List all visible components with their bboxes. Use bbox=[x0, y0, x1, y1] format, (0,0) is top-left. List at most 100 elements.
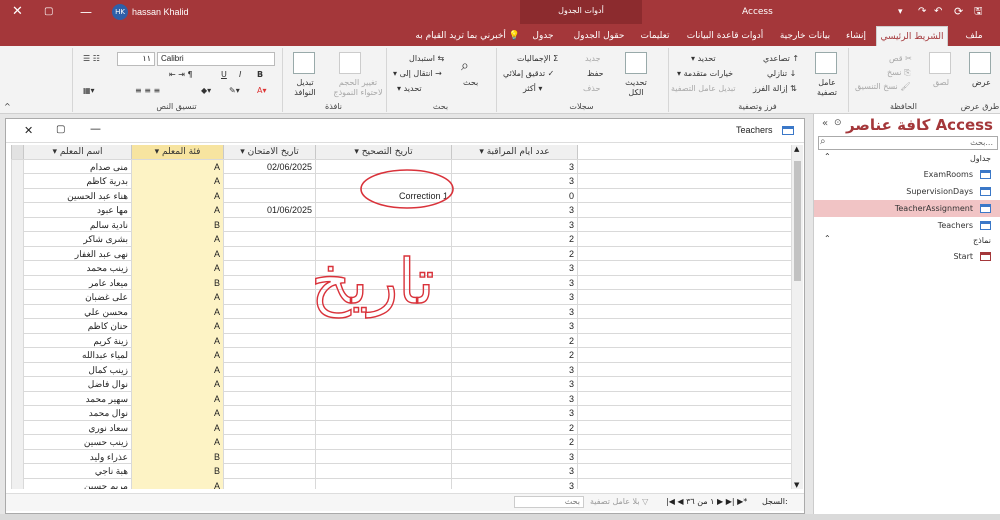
cell-correction-date[interactable] bbox=[315, 464, 451, 479]
row-selector[interactable] bbox=[11, 304, 23, 319]
cell-correction-date[interactable]: Correction 1 bbox=[315, 188, 451, 203]
row-selector[interactable] bbox=[11, 188, 23, 203]
bold-button[interactable]: B bbox=[257, 70, 263, 79]
cell-supervision-days[interactable]: 2 bbox=[451, 348, 577, 363]
cell-exam-date[interactable] bbox=[223, 275, 315, 290]
table-row[interactable]: سعاد نوري A 2 bbox=[11, 420, 791, 435]
cell-category[interactable]: B bbox=[131, 464, 223, 479]
cell-supervision-days[interactable]: 2 bbox=[451, 246, 577, 261]
tab-file[interactable]: ملف bbox=[952, 26, 996, 46]
cell-category[interactable]: A bbox=[131, 290, 223, 305]
close-doc-icon[interactable]: ✕ bbox=[24, 124, 33, 137]
filter-status[interactable]: بلا عامل تصفية ▽ bbox=[590, 497, 648, 506]
cell-correction-date[interactable] bbox=[315, 435, 451, 450]
cell-name[interactable]: ميعاد عامر bbox=[23, 275, 131, 290]
table-row[interactable]: ميعاد عامر B 3 bbox=[11, 275, 791, 290]
cell-supervision-days[interactable]: 3 bbox=[451, 217, 577, 232]
nav-section-tables[interactable]: جداول bbox=[814, 152, 1000, 166]
cell-exam-date[interactable] bbox=[223, 246, 315, 261]
tab-external-data[interactable]: بيانات خارجية bbox=[774, 26, 836, 46]
cell-category[interactable]: A bbox=[131, 435, 223, 450]
totals-button[interactable]: الإجماليات Σ bbox=[517, 54, 558, 63]
list-icons[interactable]: ☰ ☷ bbox=[83, 54, 100, 63]
gridlines-button[interactable]: ▦▾ bbox=[83, 86, 95, 95]
cell-correction-date[interactable] bbox=[315, 290, 451, 305]
cell-correction-date[interactable] bbox=[315, 232, 451, 247]
cell-correction-date[interactable] bbox=[315, 478, 451, 489]
record-nav-buttons[interactable]: |◀ ◀ ١ من ٣٦ ▶ ▶| ▶* bbox=[666, 497, 747, 506]
select-button[interactable]: ▾ تحديد bbox=[397, 84, 422, 93]
ascending-button[interactable]: تصاعدي ↑ bbox=[763, 54, 799, 63]
nav-item-start[interactable]: Start bbox=[814, 248, 1000, 265]
find-button[interactable]: بحث bbox=[463, 78, 478, 87]
cell-supervision-days[interactable]: 3 bbox=[451, 449, 577, 464]
goto-button[interactable]: ▾ انتقال إلى → bbox=[393, 69, 442, 78]
refresh-all-button[interactable]: تحديث الكل bbox=[621, 78, 651, 98]
table-row[interactable]: منى صدام A 02/06/2025 3 bbox=[11, 159, 791, 174]
column-header-correction-date[interactable]: ▾ تاريخ التصحيح bbox=[315, 145, 451, 159]
cell-supervision-days[interactable]: 3 bbox=[451, 275, 577, 290]
row-selector[interactable] bbox=[11, 464, 23, 479]
cell-exam-date[interactable] bbox=[223, 261, 315, 276]
tab-home[interactable]: الشريط الرئيسي bbox=[876, 26, 948, 46]
cell-name[interactable]: نوال محمد bbox=[23, 406, 131, 421]
cell-category[interactable]: A bbox=[131, 406, 223, 421]
qat-dropdown-icon[interactable]: ▾ bbox=[898, 0, 903, 24]
nav-item-teacherassignment[interactable]: TeacherAssignment bbox=[814, 200, 1000, 217]
paste-icon[interactable] bbox=[929, 52, 951, 74]
cut-button[interactable]: قص ✂ bbox=[889, 54, 912, 63]
cell-category[interactable]: A bbox=[131, 348, 223, 363]
cell-supervision-days[interactable]: 2 bbox=[451, 232, 577, 247]
table-row[interactable]: مها عبود A 01/06/2025 3 bbox=[11, 203, 791, 218]
cell-name[interactable]: هناء عبد الحسين bbox=[23, 188, 131, 203]
cell-name[interactable]: سعاد نوري bbox=[23, 420, 131, 435]
minimize-doc-icon[interactable]: — bbox=[90, 122, 101, 135]
user-name[interactable]: hassan Khalid bbox=[132, 0, 189, 24]
cell-correction-date[interactable] bbox=[315, 391, 451, 406]
advanced-button[interactable]: ▾ خيارات متقدمة bbox=[677, 69, 733, 78]
switch-windows-icon[interactable] bbox=[293, 52, 315, 74]
cell-supervision-days[interactable]: 2 bbox=[451, 435, 577, 450]
cell-name[interactable]: بشرى شاكر bbox=[23, 232, 131, 247]
restore-doc-icon[interactable]: ▢ bbox=[56, 124, 65, 135]
cell-supervision-days[interactable]: 3 bbox=[451, 391, 577, 406]
redo-icon[interactable]: ↷ bbox=[918, 0, 926, 24]
table-row[interactable]: نوال محمد A 3 bbox=[11, 406, 791, 421]
nav-item-supervisiondays[interactable]: SupervisionDays bbox=[814, 183, 1000, 200]
cell-exam-date[interactable] bbox=[223, 449, 315, 464]
underline-button[interactable]: U bbox=[221, 70, 227, 79]
font-color-button[interactable]: A▾ bbox=[257, 86, 267, 95]
view-icon[interactable] bbox=[969, 52, 991, 74]
cell-exam-date[interactable] bbox=[223, 217, 315, 232]
cell-supervision-days[interactable]: 3 bbox=[451, 362, 577, 377]
restore-icon[interactable]: ▢ bbox=[44, 0, 53, 24]
more-button[interactable]: أكثر ▾ bbox=[523, 84, 542, 93]
row-selector[interactable] bbox=[11, 319, 23, 334]
column-header-exam-date[interactable]: ▾ تاريخ الامتحان bbox=[223, 145, 315, 159]
cell-exam-date[interactable]: 01/06/2025 bbox=[223, 203, 315, 218]
tab-table[interactable]: جدول bbox=[522, 26, 564, 46]
table-row[interactable]: مريم حسين A 3 bbox=[11, 478, 791, 489]
cell-exam-date[interactable] bbox=[223, 362, 315, 377]
cell-category[interactable]: A bbox=[131, 304, 223, 319]
datasheet-search-input[interactable]: بحث bbox=[514, 496, 584, 508]
cell-name[interactable]: لمياء عبدالله bbox=[23, 348, 131, 363]
row-selector[interactable] bbox=[11, 203, 23, 218]
table-row[interactable]: نوال فاضل A 3 bbox=[11, 377, 791, 392]
cell-category[interactable]: A bbox=[131, 319, 223, 334]
cell-correction-date[interactable] bbox=[315, 246, 451, 261]
cell-supervision-days[interactable]: 3 bbox=[451, 304, 577, 319]
table-row[interactable]: محسن علي A 3 bbox=[11, 304, 791, 319]
fill-color-button[interactable]: ◆▾ bbox=[201, 86, 211, 95]
row-selector[interactable] bbox=[11, 406, 23, 421]
cell-supervision-days[interactable]: 3 bbox=[451, 406, 577, 421]
cell-name[interactable]: نهى عبد الغفار bbox=[23, 246, 131, 261]
cell-category[interactable]: A bbox=[131, 420, 223, 435]
toggle-filter-button[interactable]: تبديل عامل التصفية bbox=[671, 84, 736, 93]
row-selector[interactable] bbox=[11, 217, 23, 232]
tab-help[interactable]: تعليمات bbox=[634, 26, 676, 46]
cell-name[interactable]: سهير محمد bbox=[23, 391, 131, 406]
filter-icon[interactable] bbox=[815, 52, 837, 74]
indent-icons[interactable]: ⇤ ⇥ ¶ bbox=[169, 70, 193, 79]
row-selector[interactable] bbox=[11, 261, 23, 276]
